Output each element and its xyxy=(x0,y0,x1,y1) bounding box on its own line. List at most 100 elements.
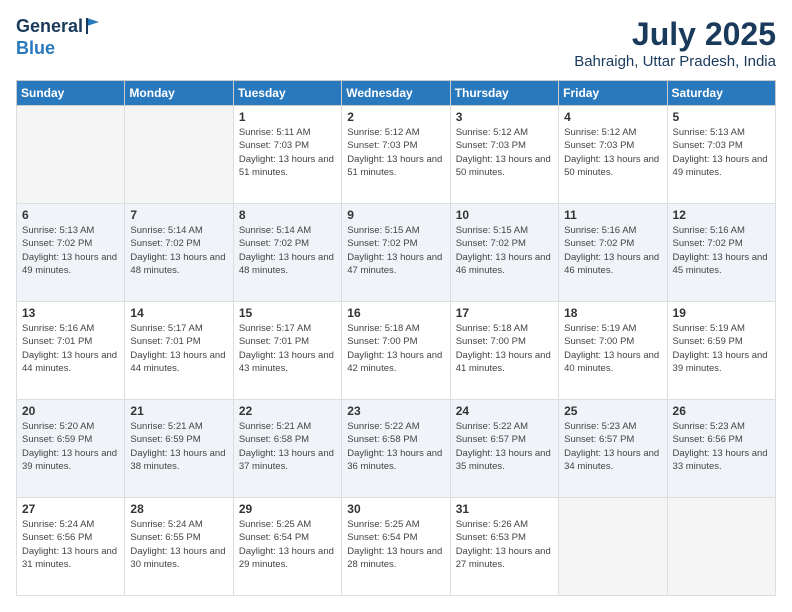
day-number: 4 xyxy=(564,110,661,124)
day-info: Sunrise: 5:26 AMSunset: 6:53 PMDaylight:… xyxy=(456,518,553,571)
day-number: 5 xyxy=(673,110,770,124)
calendar-day-cell xyxy=(667,498,775,596)
logo: General Blue xyxy=(16,16,105,60)
calendar-day-cell: 21 Sunrise: 5:21 AMSunset: 6:59 PMDayligh… xyxy=(125,400,233,498)
month-year-title: July 2025 xyxy=(574,16,776,53)
calendar-day-cell: 25 Sunrise: 5:23 AMSunset: 6:57 PMDayligh… xyxy=(559,400,667,498)
calendar-week-row: 6 Sunrise: 5:13 AMSunset: 7:02 PMDaylight… xyxy=(17,204,776,302)
calendar-day-cell xyxy=(559,498,667,596)
calendar-day-cell: 20Sunrise: 5:20 AMSunset: 6:59 PMDayligh… xyxy=(17,400,125,498)
calendar-day-cell: 29 Sunrise: 5:25 AMSunset: 6:54 PMDayligh… xyxy=(233,498,341,596)
calendar-week-row: 20Sunrise: 5:20 AMSunset: 6:59 PMDayligh… xyxy=(17,400,776,498)
title-section: July 2025 Bahraigh, Uttar Pradesh, India xyxy=(574,16,776,70)
day-info: Sunrise: 5:22 AMSunset: 6:57 PMDaylight:… xyxy=(456,420,553,473)
calendar-day-cell: 18Sunrise: 5:19 AMSunset: 7:00 PMDayligh… xyxy=(559,302,667,400)
day-number: 2 xyxy=(347,110,444,124)
day-number: 12 xyxy=(673,208,770,222)
calendar-week-row: 27Sunrise: 5:24 AMSunset: 6:56 PMDayligh… xyxy=(17,498,776,596)
calendar-week-row: 13Sunrise: 5:16 AMSunset: 7:01 PMDayligh… xyxy=(17,302,776,400)
day-info: Sunrise: 5:13 AMSunset: 7:03 PMDaylight:… xyxy=(673,126,770,179)
day-number: 26 xyxy=(673,404,770,418)
day-number: 24 xyxy=(456,404,553,418)
day-info: Sunrise: 5:20 AMSunset: 6:59 PMDaylight:… xyxy=(22,420,119,473)
weekday-header-monday: Monday xyxy=(125,81,233,106)
day-number: 22 xyxy=(239,404,336,418)
calendar-day-cell xyxy=(125,106,233,204)
day-info: Sunrise: 5:25 AMSunset: 6:54 PMDaylight:… xyxy=(239,518,336,571)
calendar-day-cell: 23 Sunrise: 5:22 AMSunset: 6:58 PMDayligh… xyxy=(342,400,450,498)
day-number: 27 xyxy=(22,502,119,516)
day-number: 7 xyxy=(130,208,227,222)
weekday-header-tuesday: Tuesday xyxy=(233,81,341,106)
weekday-header-wednesday: Wednesday xyxy=(342,81,450,106)
calendar-day-cell: 15 Sunrise: 5:17 AMSunset: 7:01 PMDayligh… xyxy=(233,302,341,400)
header: General Blue July 2025 Bahraigh, Uttar P… xyxy=(16,16,776,70)
calendar-day-cell: 14 Sunrise: 5:17 AMSunset: 7:01 PMDayligh… xyxy=(125,302,233,400)
day-info: Sunrise: 5:18 AMSunset: 7:00 PMDaylight:… xyxy=(347,322,444,375)
weekday-header-saturday: Saturday xyxy=(667,81,775,106)
calendar-day-cell: 9 Sunrise: 5:15 AMSunset: 7:02 PMDaylight… xyxy=(342,204,450,302)
calendar-day-cell: 11 Sunrise: 5:16 AMSunset: 7:02 PMDayligh… xyxy=(559,204,667,302)
day-number: 31 xyxy=(456,502,553,516)
weekday-header-row: SundayMondayTuesdayWednesdayThursdayFrid… xyxy=(17,81,776,106)
location-subtitle: Bahraigh, Uttar Pradesh, India xyxy=(574,53,776,70)
day-info: Sunrise: 5:15 AMSunset: 7:02 PMDaylight:… xyxy=(347,224,444,277)
calendar-day-cell: 24 Sunrise: 5:22 AMSunset: 6:57 PMDayligh… xyxy=(450,400,558,498)
day-number: 30 xyxy=(347,502,444,516)
day-info: Sunrise: 5:14 AMSunset: 7:02 PMDaylight:… xyxy=(130,224,227,277)
day-info: Sunrise: 5:22 AMSunset: 6:58 PMDaylight:… xyxy=(347,420,444,473)
day-number: 3 xyxy=(456,110,553,124)
day-info: Sunrise: 5:12 AMSunset: 7:03 PMDaylight:… xyxy=(564,126,661,179)
day-number: 18 xyxy=(564,306,661,320)
day-number: 15 xyxy=(239,306,336,320)
day-number: 11 xyxy=(564,208,661,222)
day-number: 17 xyxy=(456,306,553,320)
day-info: Sunrise: 5:19 AMSunset: 6:59 PMDaylight:… xyxy=(673,322,770,375)
day-info: Sunrise: 5:17 AMSunset: 7:01 PMDaylight:… xyxy=(130,322,227,375)
day-info: Sunrise: 5:18 AMSunset: 7:00 PMDaylight:… xyxy=(456,322,553,375)
calendar-day-cell: 7 Sunrise: 5:14 AMSunset: 7:02 PMDaylight… xyxy=(125,204,233,302)
day-info: Sunrise: 5:16 AMSunset: 7:02 PMDaylight:… xyxy=(673,224,770,277)
day-number: 9 xyxy=(347,208,444,222)
calendar-day-cell: 6 Sunrise: 5:13 AMSunset: 7:02 PMDaylight… xyxy=(17,204,125,302)
day-number: 16 xyxy=(347,306,444,320)
day-number: 25 xyxy=(564,404,661,418)
day-info: Sunrise: 5:24 AMSunset: 6:55 PMDaylight:… xyxy=(130,518,227,571)
day-number: 8 xyxy=(239,208,336,222)
day-info: Sunrise: 5:21 AMSunset: 6:58 PMDaylight:… xyxy=(239,420,336,473)
day-info: Sunrise: 5:15 AMSunset: 7:02 PMDaylight:… xyxy=(456,224,553,277)
calendar-day-cell: 19 Sunrise: 5:19 AMSunset: 6:59 PMDayligh… xyxy=(667,302,775,400)
logo-text-blue: Blue xyxy=(16,38,55,58)
day-info: Sunrise: 5:23 AMSunset: 6:57 PMDaylight:… xyxy=(564,420,661,473)
calendar-day-cell: 17 Sunrise: 5:18 AMSunset: 7:00 PMDayligh… xyxy=(450,302,558,400)
calendar-day-cell: 5 Sunrise: 5:13 AMSunset: 7:03 PMDaylight… xyxy=(667,106,775,204)
calendar-week-row: 1Sunrise: 5:11 AMSunset: 7:03 PMDaylight… xyxy=(17,106,776,204)
weekday-header-thursday: Thursday xyxy=(450,81,558,106)
day-number: 29 xyxy=(239,502,336,516)
day-info: Sunrise: 5:16 AMSunset: 7:02 PMDaylight:… xyxy=(564,224,661,277)
calendar-day-cell: 16 Sunrise: 5:18 AMSunset: 7:00 PMDayligh… xyxy=(342,302,450,400)
day-number: 23 xyxy=(347,404,444,418)
day-number: 19 xyxy=(673,306,770,320)
day-number: 21 xyxy=(130,404,227,418)
calendar-day-cell: 8 Sunrise: 5:14 AMSunset: 7:02 PMDaylight… xyxy=(233,204,341,302)
logo-text-general: General xyxy=(16,16,83,38)
day-info: Sunrise: 5:13 AMSunset: 7:02 PMDaylight:… xyxy=(22,224,119,277)
day-info: Sunrise: 5:17 AMSunset: 7:01 PMDaylight:… xyxy=(239,322,336,375)
day-number: 1 xyxy=(239,110,336,124)
calendar-day-cell: 22 Sunrise: 5:21 AMSunset: 6:58 PMDayligh… xyxy=(233,400,341,498)
calendar-day-cell: 28Sunrise: 5:24 AMSunset: 6:55 PMDayligh… xyxy=(125,498,233,596)
day-number: 13 xyxy=(22,306,119,320)
day-info: Sunrise: 5:12 AMSunset: 7:03 PMDaylight:… xyxy=(456,126,553,179)
page: General Blue July 2025 Bahraigh, Uttar P… xyxy=(0,0,792,612)
calendar-day-cell: 30 Sunrise: 5:25 AMSunset: 6:54 PMDayligh… xyxy=(342,498,450,596)
calendar-day-cell: 2Sunrise: 5:12 AMSunset: 7:03 PMDaylight… xyxy=(342,106,450,204)
day-info: Sunrise: 5:14 AMSunset: 7:02 PMDaylight:… xyxy=(239,224,336,277)
day-info: Sunrise: 5:21 AMSunset: 6:59 PMDaylight:… xyxy=(130,420,227,473)
day-number: 6 xyxy=(22,208,119,222)
calendar-day-cell: 31 Sunrise: 5:26 AMSunset: 6:53 PMDayligh… xyxy=(450,498,558,596)
day-info: Sunrise: 5:25 AMSunset: 6:54 PMDaylight:… xyxy=(347,518,444,571)
calendar-day-cell: 3 Sunrise: 5:12 AMSunset: 7:03 PMDaylight… xyxy=(450,106,558,204)
day-number: 14 xyxy=(130,306,227,320)
calendar-table: SundayMondayTuesdayWednesdayThursdayFrid… xyxy=(16,80,776,596)
